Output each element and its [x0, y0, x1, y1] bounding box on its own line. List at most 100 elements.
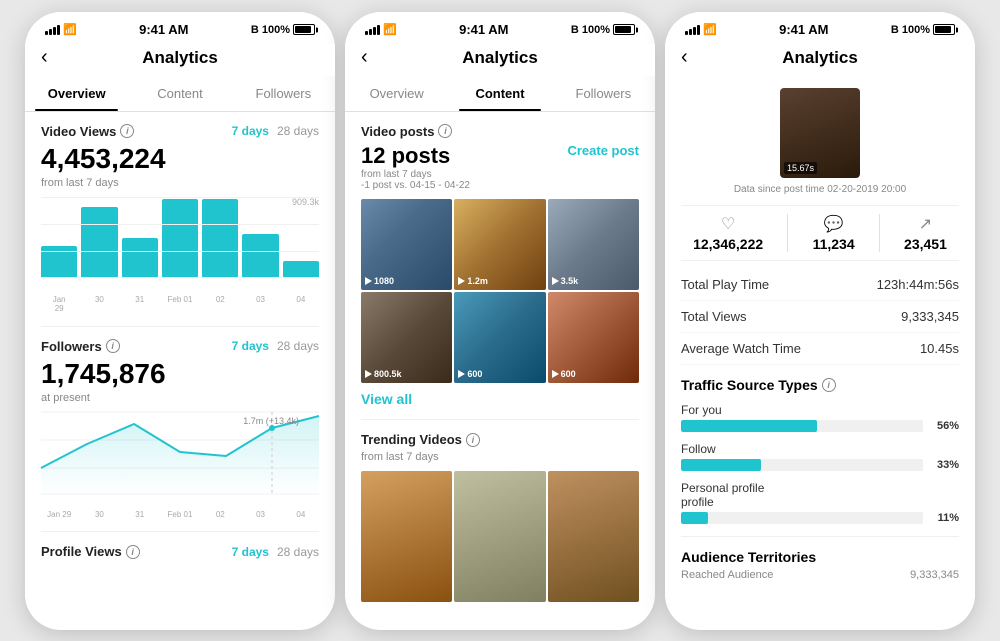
play-icon-0 — [365, 277, 372, 285]
tab-followers-1[interactable]: Followers — [232, 76, 335, 111]
x-label-v3: Feb 01 — [162, 295, 198, 314]
info-icon-posts[interactable]: i — [438, 124, 452, 138]
battery-pct-3: 100% — [902, 24, 930, 36]
divider-p2 — [361, 419, 639, 420]
status-bar-3: 📶 9:41 AM B 100% — [665, 12, 975, 44]
reached-audience-value: 9,333,345 — [910, 569, 959, 581]
status-left-2: 📶 — [365, 23, 397, 36]
video-thumb-5[interactable]: 600 — [548, 292, 639, 383]
comments-count: 11,234 — [813, 236, 855, 252]
video-views-title: Video Views i — [41, 124, 134, 139]
traffic-bar-fill-1 — [681, 459, 761, 471]
time-filters-pv: 7 days 28 days — [232, 545, 319, 559]
time-filters-followers: 7 days 28 days — [232, 339, 319, 353]
video-thumb-4[interactable]: 600 — [454, 292, 545, 383]
traffic-pct-0: 56% — [931, 420, 959, 432]
views-bar-chart: 909.3k — [41, 197, 319, 287]
tab-content-1[interactable]: Content — [128, 76, 231, 111]
x-label-f2: 31 — [122, 510, 158, 520]
x-label-v0: Jan29 — [41, 295, 77, 314]
wifi-icon-3: 📶 — [703, 23, 717, 36]
data-since-label: Data since post time 02-20-2019 20:00 — [681, 184, 959, 195]
video-thumb-3[interactable]: 800.5k — [361, 292, 452, 383]
back-button-3[interactable]: ‹ — [681, 46, 688, 69]
back-button-2[interactable]: ‹ — [361, 46, 368, 69]
tabs-2: Overview Content Followers — [345, 76, 655, 112]
trending-header: Trending Videos i — [361, 432, 639, 447]
followers-header: Followers i 7 days 28 days — [41, 339, 319, 354]
info-icon-traffic[interactable]: i — [822, 378, 836, 392]
tab-overview-2[interactable]: Overview — [345, 76, 448, 111]
x-label-f4: 02 — [202, 510, 238, 520]
tab-followers-2[interactable]: Followers — [552, 76, 655, 111]
x-label-v6: 04 — [283, 295, 319, 314]
trending-thumb-0[interactable] — [361, 471, 452, 601]
line-chart-tooltip: 1.7m (+13.4k) — [243, 416, 299, 426]
x-label-v1: 30 — [81, 295, 117, 314]
filter-7days-followers[interactable]: 7 days — [232, 339, 269, 353]
video-label-1: 1.2m — [458, 276, 488, 286]
followers-line-chart: 1.7m (+13.4k) — [41, 412, 319, 502]
x-label-f1: 30 — [81, 510, 117, 520]
stat-divider-1 — [787, 214, 788, 252]
video-views-header: Video Views i 7 days 28 days — [41, 124, 319, 139]
video-grid: 1080 1.2m — [361, 199, 639, 384]
info-icon-trending[interactable]: i — [466, 433, 480, 447]
filter-7days-views[interactable]: 7 days — [232, 124, 269, 138]
detail-row-1: Total Views 9,333,345 — [681, 301, 959, 333]
x-labels-views: Jan293031Feb 01020304 — [41, 295, 319, 314]
page-title-3: Analytics — [782, 48, 858, 68]
info-icon-views[interactable]: i — [120, 124, 134, 138]
view-all-button[interactable]: View all — [361, 391, 639, 407]
trending-thumb-1[interactable] — [454, 471, 545, 601]
followers-title: Followers i — [41, 339, 120, 354]
back-button-1[interactable]: ‹ — [41, 46, 48, 69]
page-title-1: Analytics — [142, 48, 218, 68]
play-icon-3 — [365, 370, 372, 378]
video-preview[interactable]: 15.67s — [780, 88, 860, 178]
signal-icon — [45, 25, 60, 35]
followers-value: 1,745,876 — [41, 358, 319, 390]
info-icon-pv[interactable]: i — [126, 545, 140, 559]
info-icon-followers[interactable]: i — [106, 339, 120, 353]
profile-views-title: Profile Views i — [41, 544, 140, 559]
phone2-content: Video posts i 12 posts from last 7 days … — [345, 112, 655, 630]
traffic-section: Traffic Source Types i For you 56% Follo… — [681, 377, 959, 524]
traffic-label-1: Follow — [681, 442, 959, 456]
video-stats-row: ♡ 12,346,222 💬 11,234 ↗ 23,451 — [681, 205, 959, 261]
divider-1 — [41, 326, 319, 327]
status-time-1: 9:41 AM — [139, 22, 188, 37]
traffic-row-1: Follow 33% — [681, 442, 959, 471]
page-title-2: Analytics — [462, 48, 538, 68]
audience-section: Audience Territories Reached Audience 9,… — [681, 549, 959, 581]
audience-title: Audience Territories — [681, 549, 959, 565]
tab-content-2[interactable]: Content — [448, 76, 551, 111]
create-post-button[interactable]: Create post — [567, 143, 639, 158]
battery-icon-1 — [293, 24, 315, 35]
trending-thumb-2[interactable] — [548, 471, 639, 601]
video-thumb-0[interactable]: 1080 — [361, 199, 452, 290]
shares-stat: ↗ 23,451 — [904, 214, 947, 252]
detail-value-2: 10.45s — [920, 341, 959, 356]
video-thumb-1[interactable]: 1.2m — [454, 199, 545, 290]
tabs-1: Overview Content Followers — [25, 76, 335, 112]
filter-7days-pv[interactable]: 7 days — [232, 545, 269, 559]
video-posts-title: Video posts i — [361, 124, 452, 139]
tab-overview-1[interactable]: Overview — [25, 76, 128, 111]
traffic-title: Traffic Source Types i — [681, 377, 959, 393]
detail-label-1: Total Views — [681, 309, 747, 324]
video-label-5: 600 — [552, 369, 576, 379]
filter-28days-views[interactable]: 28 days — [277, 124, 319, 138]
video-label-2: 3.5k — [552, 276, 579, 286]
traffic-pct-2: 11% — [931, 512, 959, 524]
shares-count: 23,451 — [904, 236, 947, 252]
filter-28days-followers[interactable]: 28 days — [277, 339, 319, 353]
posts-count: 12 posts — [361, 143, 470, 169]
filter-28days-pv[interactable]: 28 days — [277, 545, 319, 559]
video-thumb-2[interactable]: 3.5k — [548, 199, 639, 290]
detail-row-2: Average Watch Time 10.45s — [681, 333, 959, 365]
detail-label-2: Average Watch Time — [681, 341, 801, 356]
bluetooth-icon-1: B — [251, 24, 259, 36]
traffic-label-2: Personal profileprofile — [681, 481, 959, 509]
followers-sublabel: at present — [41, 392, 319, 404]
